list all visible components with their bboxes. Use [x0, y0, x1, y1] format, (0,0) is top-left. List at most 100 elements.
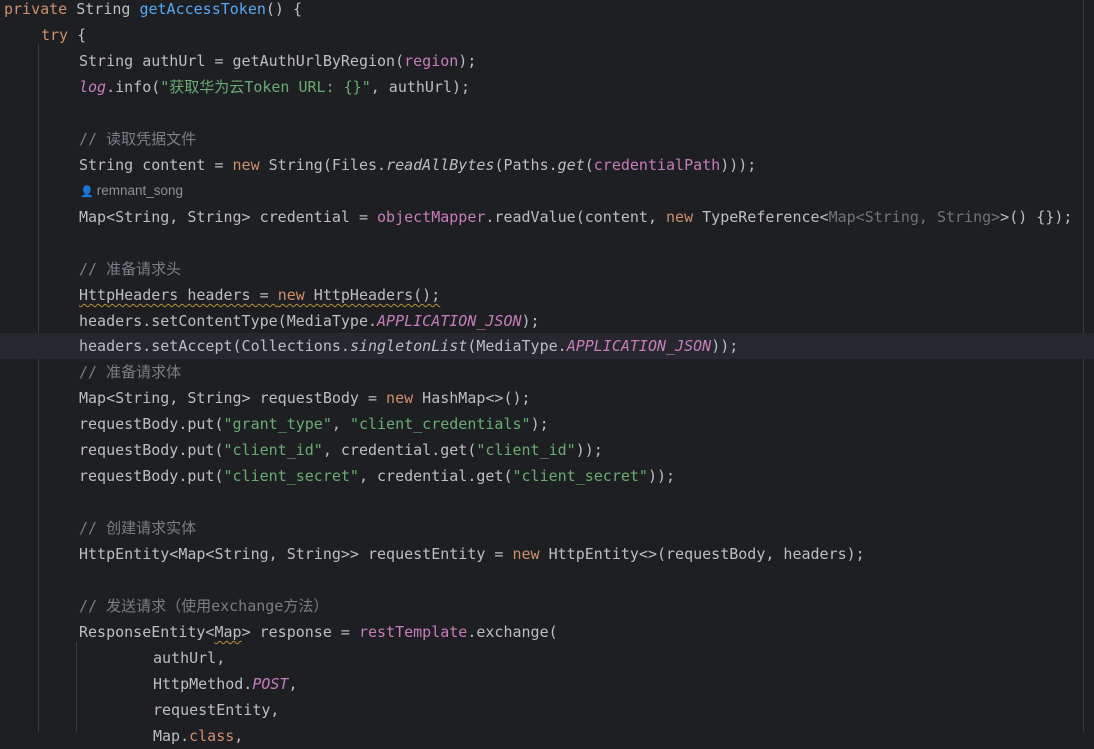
- code-token: Map: [214, 623, 242, 641]
- code-token: private: [4, 0, 68, 18]
- code-line[interactable]: HttpMethod.POST,: [0, 671, 1094, 697]
- code-line[interactable]: String content = new String(Files.readAl…: [0, 152, 1094, 178]
- code-comment: // 准备请求体: [79, 363, 182, 381]
- code-line[interactable]: ResponseEntity<Map> response = restTempl…: [0, 619, 1094, 645]
- code-line[interactable]: // 发送请求（使用exchange方法）: [0, 593, 1094, 619]
- code-token: .readValue(content,: [485, 208, 667, 226]
- code-token: String content =: [79, 156, 233, 174]
- code-token: requestBody.put(: [79, 441, 224, 459]
- code-line[interactable]: // 准备请求体: [0, 359, 1094, 385]
- code-token: (: [584, 156, 594, 174]
- code-line[interactable]: HttpEntity<Map<String, String>> requestE…: [0, 541, 1094, 567]
- code-token: );: [458, 52, 477, 70]
- code-token: headers.setContentType(MediaType.: [79, 312, 378, 330]
- code-token: Map<String, String> credential =: [79, 208, 378, 226]
- code-token: POST: [252, 675, 289, 693]
- code-line-current[interactable]: headers.setAccept(Collections.singletonL…: [0, 333, 1094, 359]
- code-token: objectMapper: [377, 208, 486, 226]
- code-token: singletonList: [349, 337, 468, 355]
- code-token: > response =: [241, 623, 359, 641]
- author-name: remnant_song: [96, 183, 184, 198]
- code-line[interactable]: requestBody.put("client_secret", credent…: [0, 463, 1094, 489]
- code-token: , credential.get(: [322, 441, 477, 459]
- code-token: restTemplate: [358, 623, 468, 641]
- code-line[interactable]: Map<String, String> credential = objectM…: [0, 204, 1094, 230]
- code-token: new: [386, 389, 414, 407]
- code-token: new: [666, 208, 694, 226]
- code-line[interactable]: requestBody.put("client_id", credential.…: [0, 437, 1094, 463]
- code-line[interactable]: authUrl,: [0, 645, 1094, 671]
- code-token: requestEntity,: [153, 701, 280, 719]
- code-token: ,: [234, 727, 244, 745]
- code-line[interactable]: // 读取凭据文件: [0, 126, 1094, 152]
- code-token: ResponseEntity<: [79, 623, 215, 641]
- code-token: class: [189, 727, 235, 745]
- code-line[interactable]: // 创建请求实体: [0, 515, 1094, 541]
- code-token: .info(: [106, 78, 161, 96]
- code-token: readAllBytes: [386, 156, 495, 174]
- code-token: "client_id": [223, 441, 323, 459]
- code-comment: // 发送请求（使用exchange方法）: [79, 597, 329, 615]
- code-comment: // 准备请求头: [79, 260, 182, 278]
- code-token: "client_secret": [223, 467, 359, 485]
- code-token: TypeReference<: [693, 208, 829, 226]
- author-inlay-hint[interactable]: 👤 remnant_song: [80, 178, 183, 204]
- code-line[interactable]: try {: [0, 22, 1094, 48]
- code-token: )));: [720, 156, 757, 174]
- code-comment: // 创建请求实体: [79, 519, 197, 537]
- code-token: "client_credentials": [349, 415, 531, 433]
- code-line[interactable]: // 准备请求头: [0, 256, 1094, 282]
- code-token: new: [232, 156, 260, 174]
- code-token: (Paths.: [494, 156, 558, 174]
- code-comment: // 读取凭据文件: [79, 130, 197, 148]
- code-token: .exchange(: [467, 623, 558, 641]
- code-token: HttpHeaders headers =: [79, 286, 278, 304]
- code-token: APPLICATION_JSON: [377, 312, 522, 330]
- code-token: "client_secret": [512, 467, 648, 485]
- code-token: log: [79, 78, 107, 96]
- code-line[interactable]: headers.setContentType(MediaType.APPLICA…: [0, 308, 1094, 334]
- user-icon: 👤: [80, 186, 94, 198]
- code-token: HttpEntity<Map<String, String>> requestE…: [79, 545, 513, 563]
- code-token: "获取华为云Token URL: {}": [160, 78, 371, 96]
- code-token: ));: [647, 467, 676, 485]
- code-token: Map<String, String>: [828, 208, 1001, 226]
- code-token: HttpEntity<>(requestBody, headers);: [539, 545, 865, 563]
- code-token: Map.: [153, 727, 190, 745]
- code-token: , credential.get(: [358, 467, 513, 485]
- code-line[interactable]: Map<String, String> requestBody = new Ha…: [0, 385, 1094, 411]
- code-token: authUrl,: [153, 649, 226, 667]
- code-token: >() {});: [1000, 208, 1073, 226]
- code-token: ,: [331, 415, 350, 433]
- code-token: HashMap<>();: [413, 389, 531, 407]
- code-token: (MediaType.: [467, 337, 567, 355]
- code-token: region: [404, 52, 459, 70]
- code-token: {: [68, 26, 87, 44]
- code-editor[interactable]: 👤 remnant_song private String getAccessTo…: [0, 0, 1094, 745]
- code-token: ));: [575, 441, 603, 459]
- code-line[interactable]: log.info("获取华为云Token URL: {}", authUrl);: [0, 74, 1094, 100]
- code-token: get: [557, 156, 585, 174]
- code-token: ,: [288, 675, 298, 693]
- code-token: requestBody.put(: [79, 467, 224, 485]
- code-line[interactable]: String authUrl = getAuthUrlByRegion(regi…: [0, 48, 1094, 74]
- code-token: getAccessToken: [139, 0, 266, 18]
- code-token: () {: [265, 0, 303, 18]
- code-line[interactable]: Map.class,: [0, 723, 1094, 749]
- code-token: ));: [711, 337, 739, 355]
- code-token: Map<String, String> requestBody =: [79, 389, 387, 407]
- code-token: String: [67, 0, 140, 18]
- code-token: "grant_type": [223, 415, 332, 433]
- code-token: HttpHeaders();: [304, 286, 441, 304]
- code-token: String(Files.: [259, 156, 387, 174]
- code-line[interactable]: private String getAccessToken() {: [0, 0, 1094, 22]
- code-line[interactable]: requestEntity,: [0, 697, 1094, 723]
- code-line[interactable]: HttpHeaders headers = new HttpHeaders();: [0, 282, 1094, 308]
- code-token: );: [530, 415, 549, 433]
- code-token: HttpMethod.: [153, 675, 253, 693]
- code-token: new: [277, 286, 305, 304]
- code-token: , authUrl);: [370, 78, 471, 96]
- code-token: );: [521, 312, 540, 330]
- code-token: headers.setAccept(Collections.: [79, 337, 350, 355]
- code-line[interactable]: requestBody.put("grant_type", "client_cr…: [0, 411, 1094, 437]
